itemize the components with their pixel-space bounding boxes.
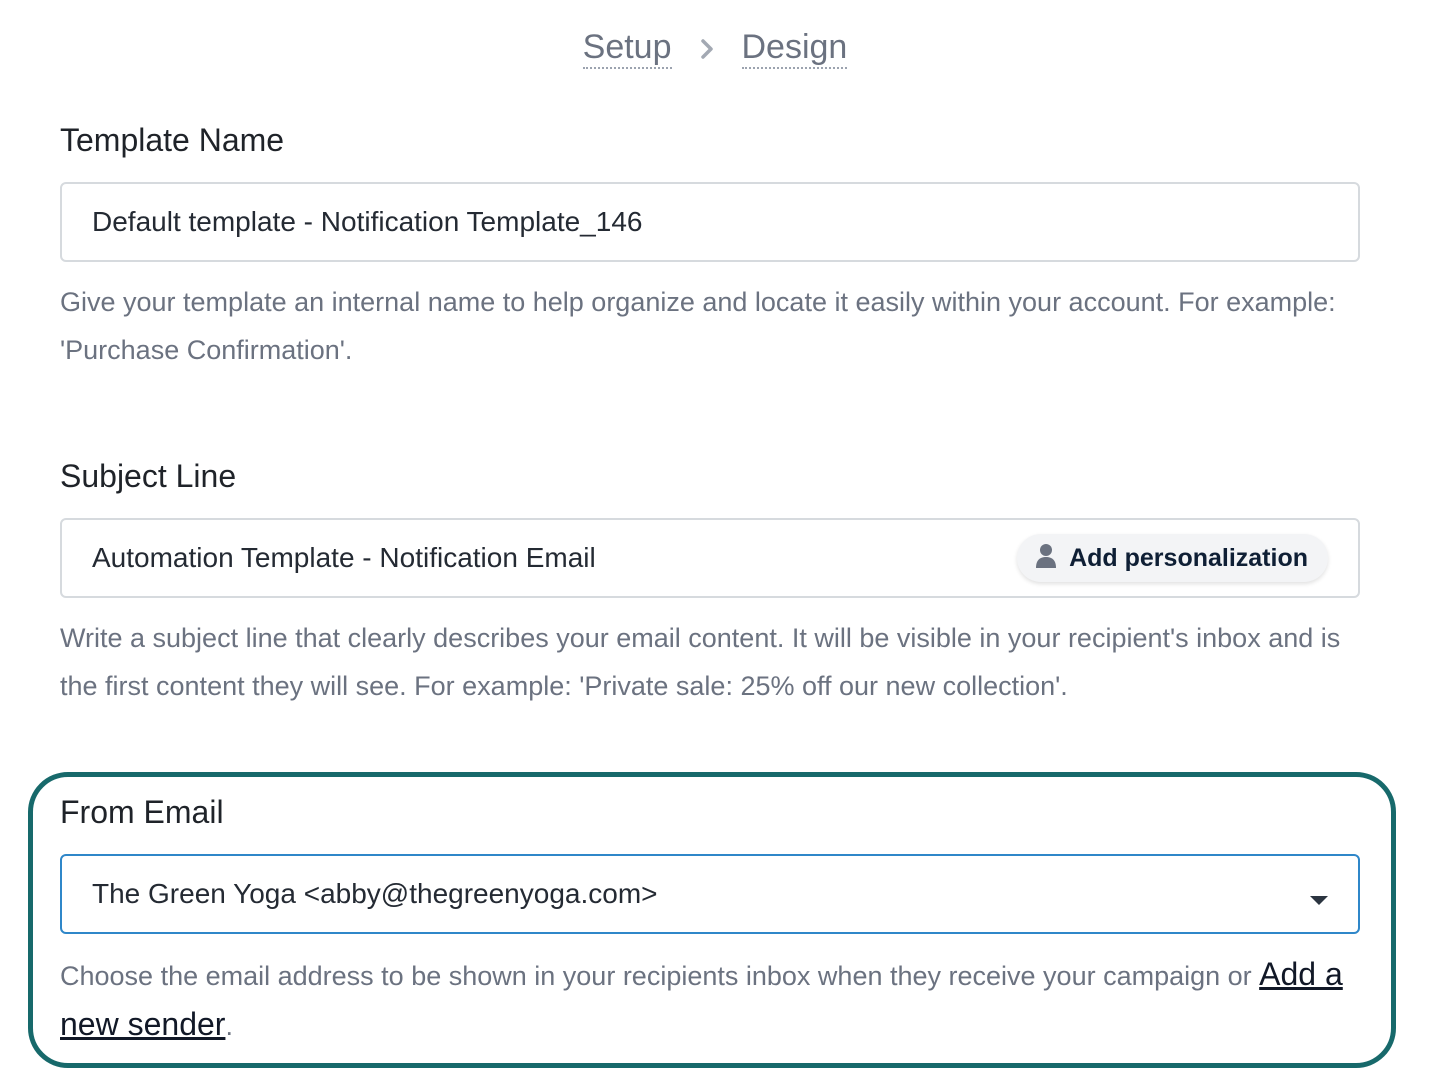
breadcrumb-setup[interactable]: Setup [582,29,672,69]
template-name-section: Template Name Default template - Notific… [60,122,1360,365]
template-name-value: Default template - Notification Template… [92,206,643,237]
subject-line-value: Automation Template - Notification Email [92,542,596,573]
subject-line-section: Subject Line Automation Template - Notif… [60,458,1360,701]
subject-line-input[interactable]: Automation Template - Notification Email… [60,518,1360,598]
from-email-section: From Email The Green Yoga <abby@thegreen… [60,794,1360,1042]
from-email-label: From Email [60,794,224,830]
from-email-help: Choose the email address to be shown in … [60,950,1360,1050]
template-name-input[interactable]: Default template - Notification Template… [60,182,1360,262]
from-email-select[interactable]: The Green Yoga <abby@thegreenyoga.com> [60,854,1360,934]
from-email-help-text: Choose the email address to be shown in … [60,961,1260,991]
user-icon [1035,543,1057,574]
subject-line-label: Subject Line [60,458,237,494]
add-personalization-label: Add personalization [1069,543,1308,572]
add-personalization-button[interactable]: Add personalization [1017,534,1328,582]
template-name-label: Template Name [60,122,285,158]
breadcrumb: Setup Design [0,29,1430,69]
from-email-value: The Green Yoga <abby@thegreenyoga.com> [92,878,658,909]
breadcrumb-design[interactable]: Design [741,29,848,69]
caret-down-icon [1310,896,1328,905]
chevron-right-icon [696,38,718,60]
from-email-help-period: . [225,1011,233,1041]
template-name-help: Give your template an internal name to h… [60,287,1336,365]
subject-line-help: Write a subject line that clearly descri… [60,623,1341,701]
